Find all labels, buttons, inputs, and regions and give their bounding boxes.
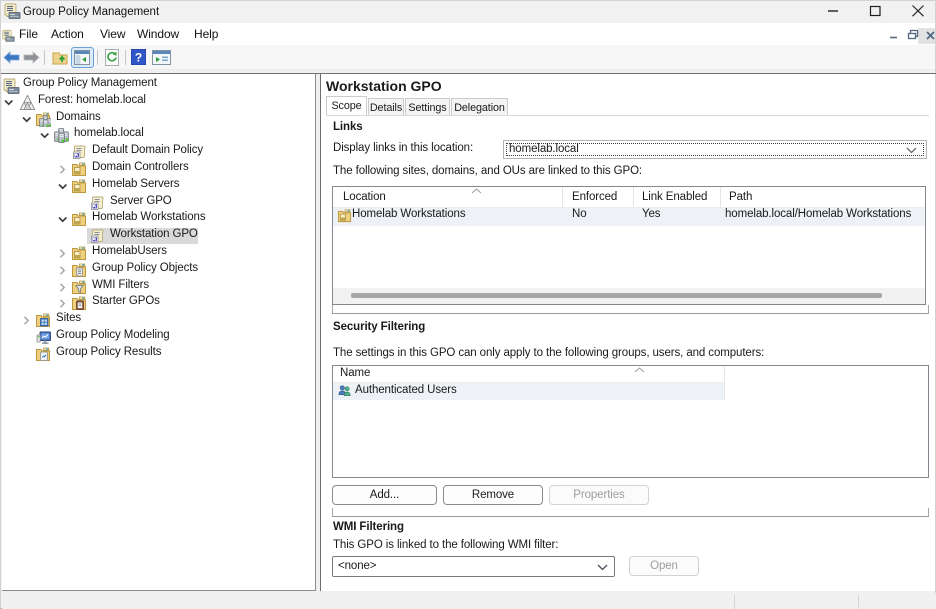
svg-text:?: ? <box>135 51 142 65</box>
